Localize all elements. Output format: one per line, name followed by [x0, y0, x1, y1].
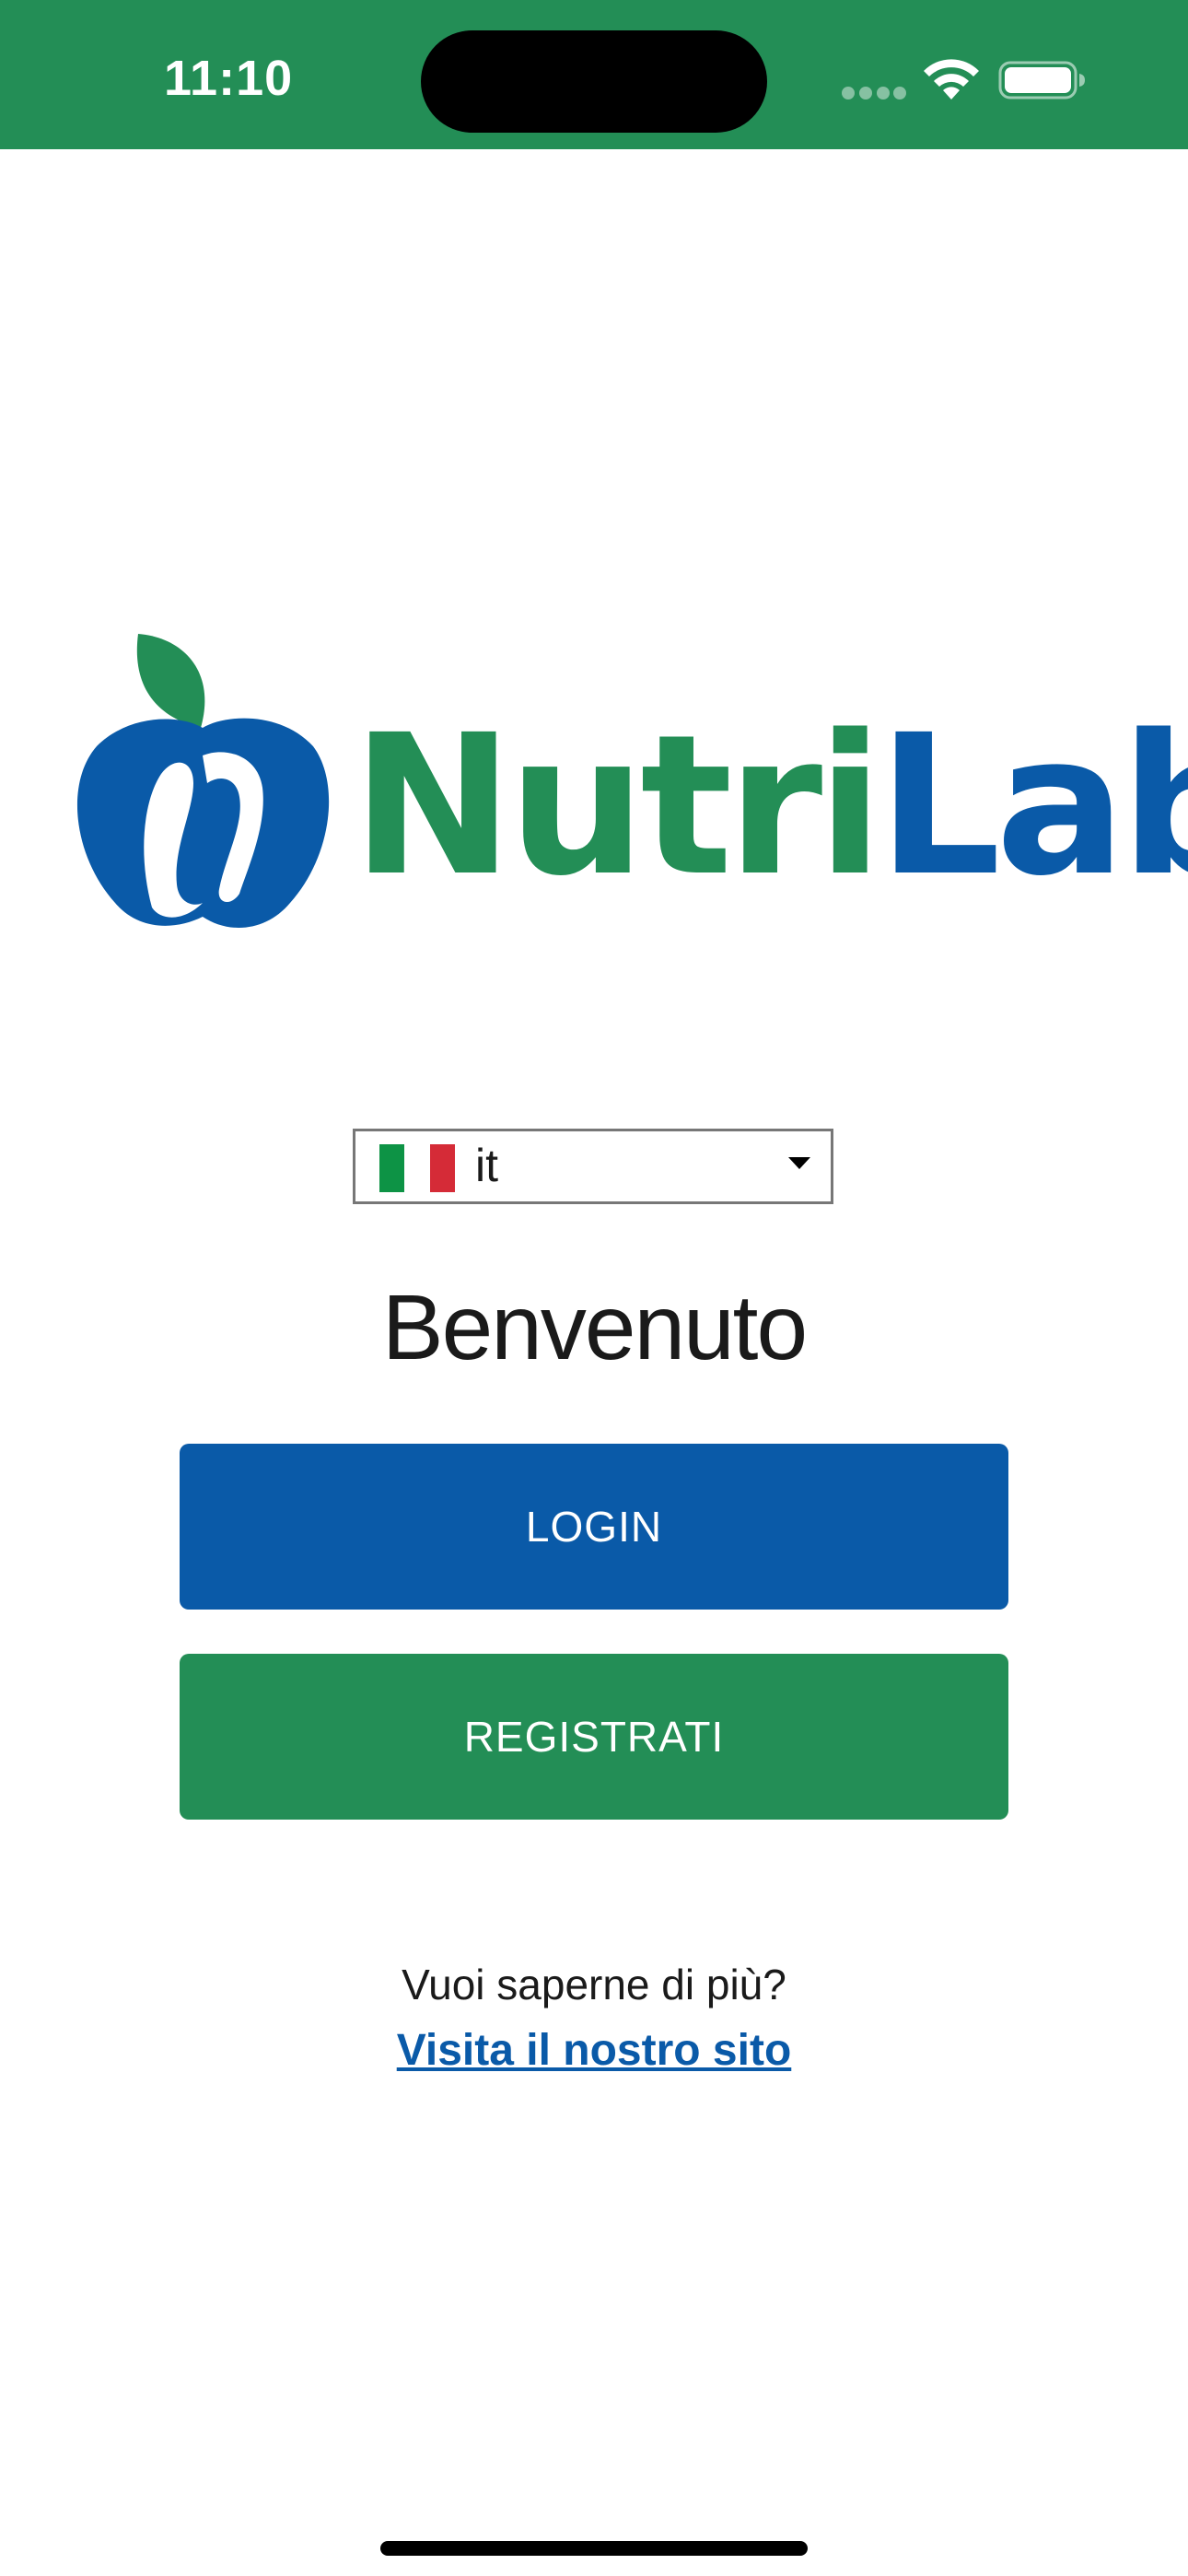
status-time: 11:10: [164, 51, 294, 106]
logo-word-lab: Lab: [878, 693, 1188, 919]
language-select[interactable]: it: [353, 1129, 833, 1204]
login-button[interactable]: LOGIN: [180, 1444, 1008, 1610]
register-button[interactable]: REGISTRATI: [180, 1654, 1008, 1820]
home-indicator[interactable]: [380, 2541, 808, 2556]
visit-site-link[interactable]: Visita il nostro sito: [0, 2025, 1188, 2076]
language-value: it: [475, 1140, 498, 1191]
learn-more-text: Vuoi saperne di più?: [402, 1961, 786, 2008]
wifi-icon: [924, 59, 979, 100]
welcome-title: Benvenuto: [381, 1276, 808, 1379]
logo-wordmark: NutriLab: [352, 709, 1188, 903]
caret-down-icon: [788, 1157, 810, 1169]
dynamic-island: [421, 30, 767, 133]
battery-icon: [998, 61, 1085, 100]
logo-word-nutri: Nutri: [352, 693, 883, 919]
apple-logo-icon: [76, 634, 330, 928]
welcome-screen: 11:10 NutriLab it: [0, 0, 1188, 2576]
signal-dots-icon: [842, 87, 906, 100]
italy-flag-icon: [379, 1144, 455, 1192]
status-bar: 11:10: [0, 0, 1188, 149]
nutrilab-logo: NutriLab: [64, 626, 1188, 940]
